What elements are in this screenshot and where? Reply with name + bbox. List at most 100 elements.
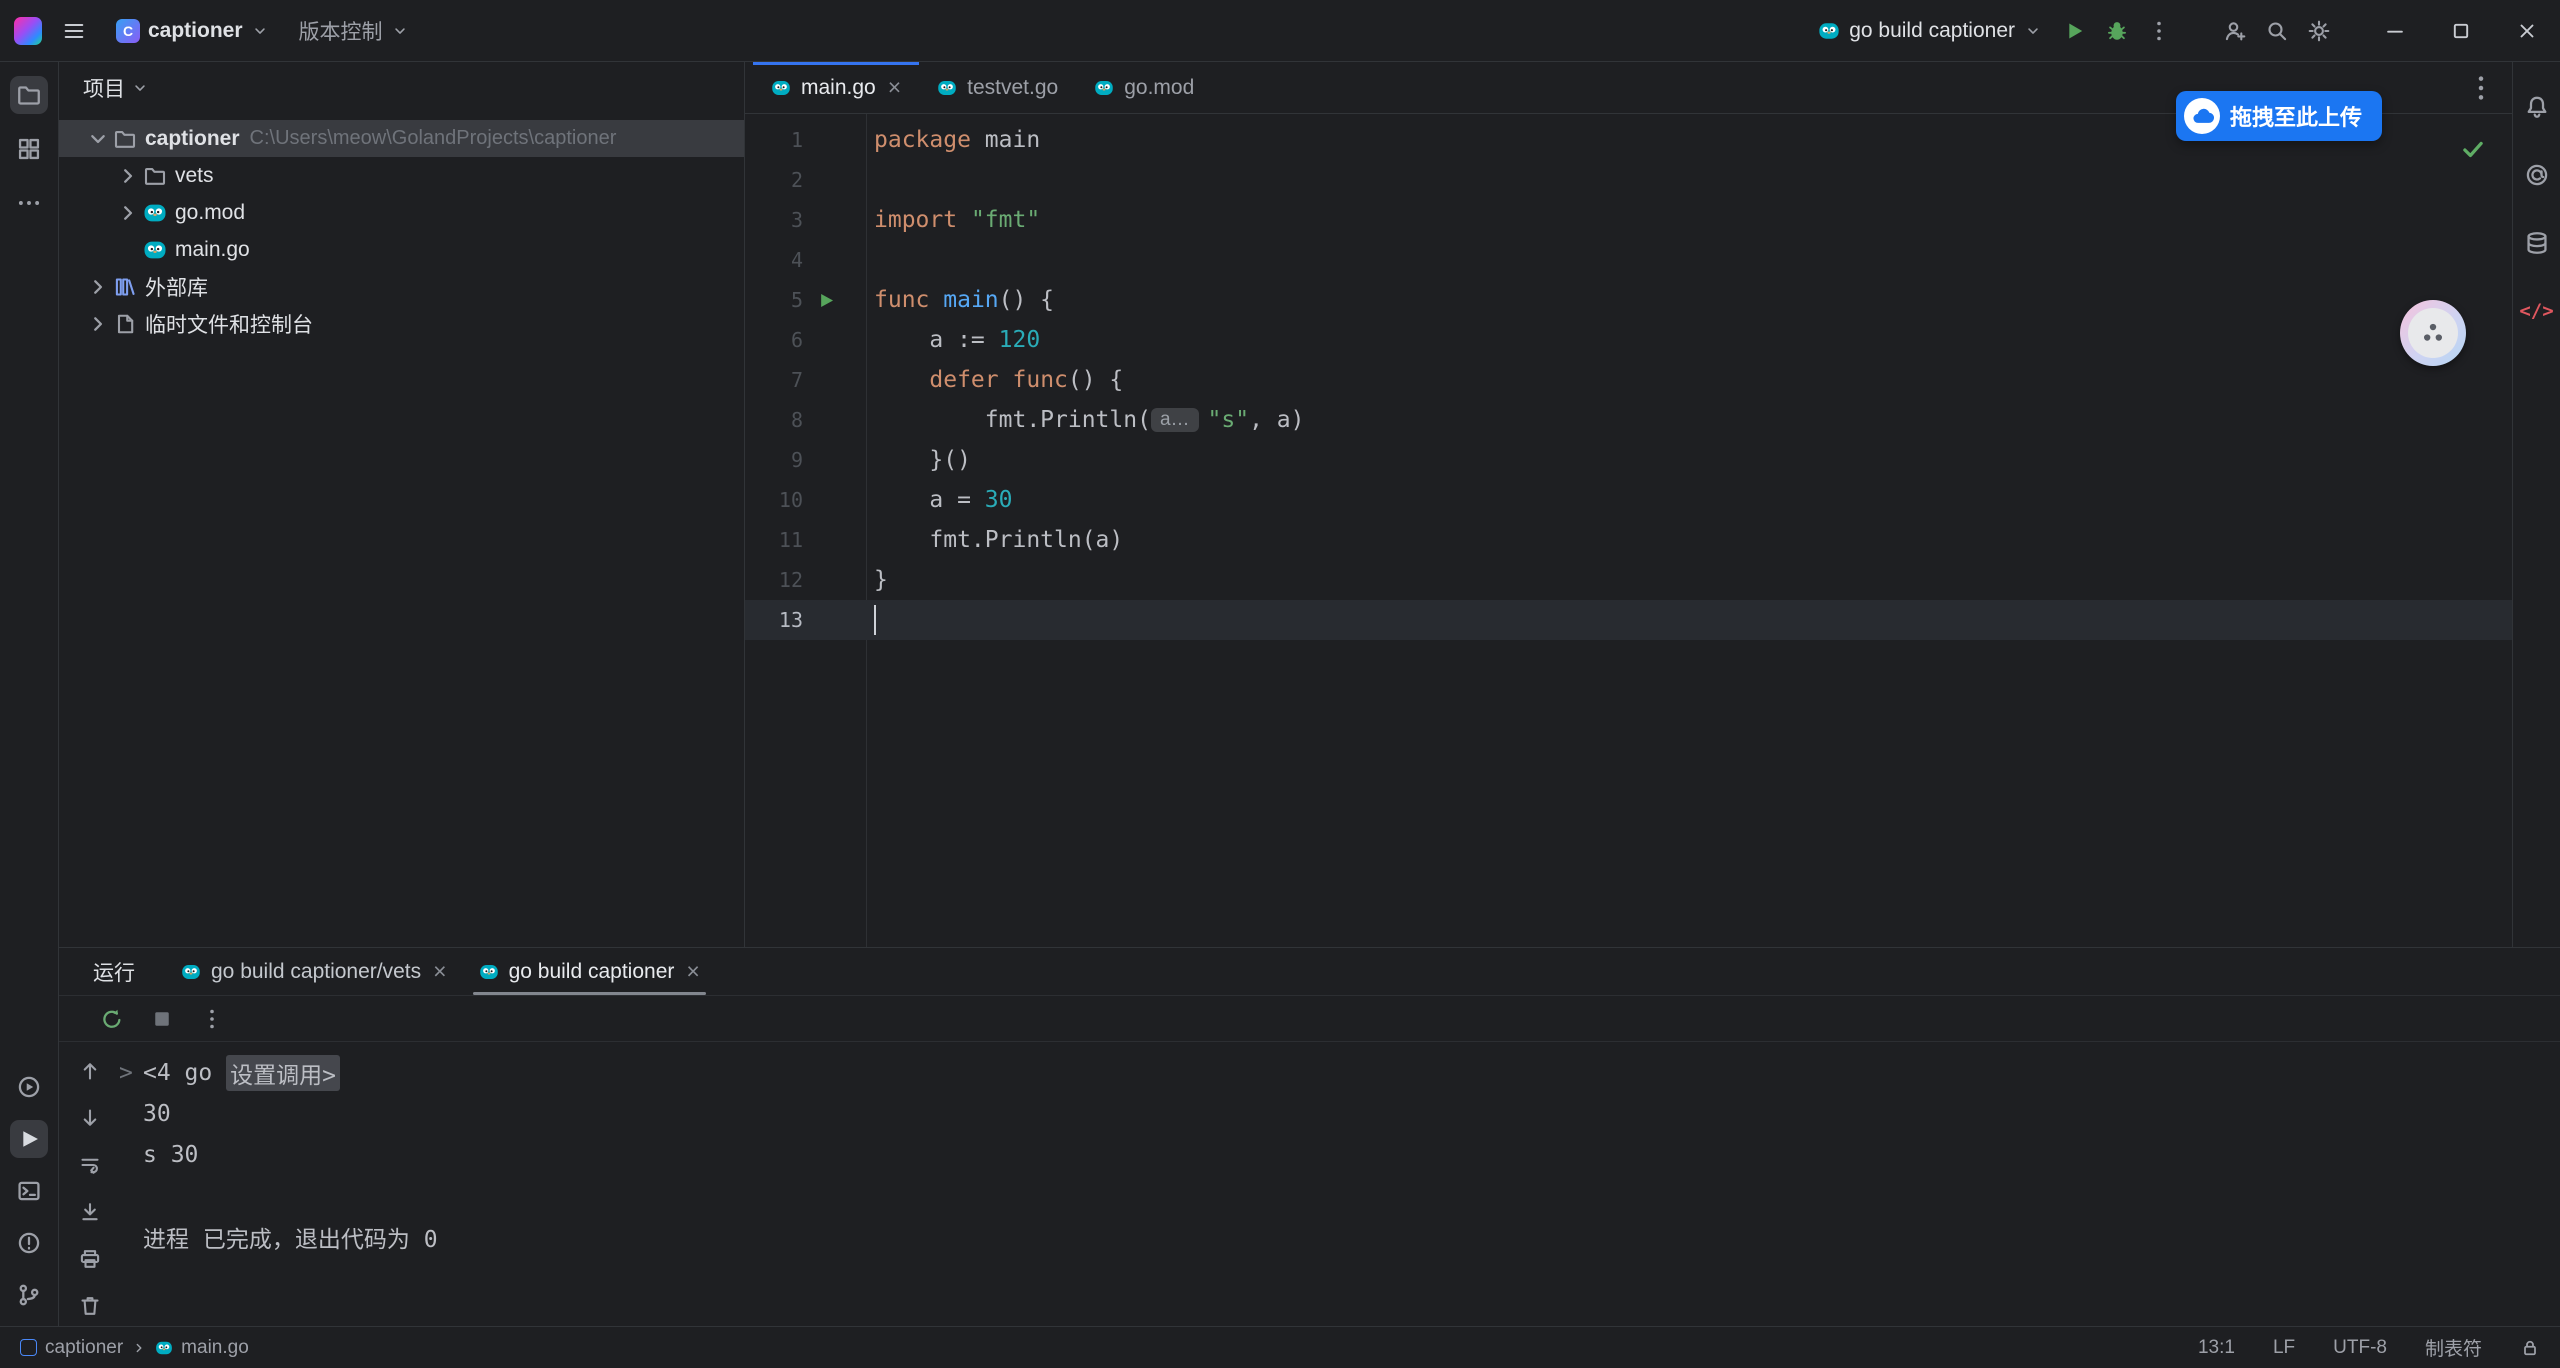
window-close-button[interactable] bbox=[2494, 0, 2560, 62]
code-line-7[interactable]: 7 defer func() { bbox=[745, 360, 2512, 400]
chevron-right-icon[interactable] bbox=[85, 274, 111, 300]
netdisk-upload-overlay[interactable]: 拖拽至此上传 bbox=[2176, 91, 2382, 141]
tree-item-captioner[interactable]: captionerC:\Users\meow\GolandProjects\ca… bbox=[59, 120, 744, 157]
tool-database-button[interactable] bbox=[2518, 224, 2556, 262]
tree-item-临时文件和控制台[interactable]: 临时文件和控制台 bbox=[59, 305, 744, 342]
more-actions-icon[interactable] bbox=[2138, 10, 2180, 52]
tool-run-outline-button[interactable] bbox=[10, 1068, 48, 1106]
statusbar-widgets: 13:1 LF UTF-8 制表符 bbox=[2198, 1334, 2540, 1361]
status-item[interactable]: 13:1 bbox=[2198, 1337, 2235, 1359]
folder-icon bbox=[16, 82, 42, 108]
inlay-hint[interactable]: a… bbox=[1151, 408, 1199, 432]
window-minimize-button[interactable] bbox=[2362, 0, 2428, 62]
inspections-ok-icon[interactable] bbox=[2460, 136, 2486, 162]
go-icon bbox=[1094, 78, 1114, 98]
code-line-6[interactable]: 6 a := 120 bbox=[745, 320, 2512, 360]
tree-item-go.mod[interactable]: go.mod bbox=[59, 194, 744, 231]
folder-icon bbox=[143, 164, 167, 188]
editor-tab-go.mod[interactable]: go.mod bbox=[1076, 62, 1212, 113]
main-menu-icon[interactable] bbox=[52, 9, 96, 53]
tool-folder-button[interactable] bbox=[10, 76, 48, 114]
breadcrumb-file[interactable]: main.go bbox=[181, 1337, 249, 1359]
tool-structure-button[interactable] bbox=[10, 130, 48, 168]
tree-item-main.go[interactable]: main.go bbox=[59, 231, 744, 268]
run-tab-go-build-captioner[interactable]: go build captioner× bbox=[463, 948, 716, 995]
tool-notifications-button[interactable] bbox=[2518, 88, 2556, 126]
close-icon[interactable]: × bbox=[433, 960, 446, 983]
project-badge-icon: C bbox=[116, 19, 140, 43]
chevron-right-icon[interactable] bbox=[115, 200, 141, 226]
chevron-right-icon[interactable] bbox=[115, 163, 141, 189]
search-icon[interactable] bbox=[2256, 10, 2298, 52]
code-line-4[interactable]: 4 bbox=[745, 240, 2512, 280]
debug-button[interactable] bbox=[2096, 10, 2138, 52]
run-configuration-selector[interactable]: go build captioner bbox=[1806, 9, 2054, 53]
folded-text[interactable]: 设置调用> bbox=[226, 1055, 340, 1091]
lock-icon[interactable] bbox=[2520, 1338, 2540, 1358]
code-line-3[interactable]: 3import "fmt" bbox=[745, 200, 2512, 240]
soft-wrap-button[interactable] bbox=[75, 1150, 105, 1180]
folder-icon bbox=[113, 127, 137, 151]
chevron-down-icon[interactable] bbox=[85, 126, 111, 152]
settings-gear-icon[interactable] bbox=[2298, 10, 2340, 52]
close-icon[interactable]: × bbox=[686, 960, 699, 983]
tree-item-外部库[interactable]: 外部库 bbox=[59, 268, 744, 305]
tool-terminal-button[interactable] bbox=[10, 1172, 48, 1210]
vcs-widget[interactable]: 版本控制 bbox=[289, 9, 419, 53]
cloud-upload-icon bbox=[2184, 98, 2220, 134]
code-line-12[interactable]: 12} bbox=[745, 560, 2512, 600]
editor-tab-main.go[interactable]: main.go× bbox=[753, 62, 919, 113]
tree-item-vets[interactable]: vets bbox=[59, 157, 744, 194]
status-item[interactable]: LF bbox=[2273, 1337, 2295, 1359]
chevron-right-icon[interactable] bbox=[85, 311, 111, 337]
breadcrumb-project[interactable]: captioner bbox=[45, 1337, 123, 1359]
go-icon bbox=[479, 962, 499, 982]
close-icon[interactable]: × bbox=[888, 76, 901, 99]
print-button[interactable] bbox=[75, 1244, 105, 1274]
project-selector[interactable]: C captioner bbox=[106, 9, 279, 53]
statusbar: captioner main.go 13:1 LF UTF-8 制表符 bbox=[0, 1326, 2560, 1368]
code-line-9[interactable]: 9 }() bbox=[745, 440, 2512, 480]
tool-problems-button[interactable] bbox=[10, 1224, 48, 1262]
scroll-end-button[interactable] bbox=[75, 1197, 105, 1227]
code-line-8[interactable]: 8 fmt.Println(a…"s", a) bbox=[745, 400, 2512, 440]
terminal-icon bbox=[16, 1178, 42, 1204]
status-item[interactable]: UTF-8 bbox=[2333, 1337, 2387, 1359]
clear-button[interactable] bbox=[75, 1291, 105, 1321]
project-panel-title: 项目 bbox=[83, 73, 125, 103]
tool-ai-assistant-button[interactable] bbox=[2518, 156, 2556, 194]
code-editor[interactable]: 1package main23import "fmt"45func main()… bbox=[745, 114, 2512, 947]
print-icon bbox=[78, 1247, 102, 1271]
code-line-10[interactable]: 10 a = 30 bbox=[745, 480, 2512, 520]
code-line-2[interactable]: 2 bbox=[745, 160, 2512, 200]
goland-logo-icon[interactable] bbox=[14, 17, 42, 45]
down-button[interactable] bbox=[75, 1103, 105, 1133]
add-user-icon[interactable] bbox=[2214, 10, 2256, 52]
tool-git-button[interactable] bbox=[10, 1276, 48, 1314]
more-icon bbox=[16, 190, 42, 216]
code-line-11[interactable]: 11 fmt.Println(a) bbox=[745, 520, 2512, 560]
run-toolbar bbox=[59, 996, 2560, 1042]
run-button[interactable] bbox=[2054, 10, 2096, 52]
kebab-button[interactable] bbox=[197, 1004, 227, 1034]
project-panel-header[interactable]: 项目 bbox=[59, 62, 744, 114]
tool-more-button[interactable] bbox=[10, 184, 48, 222]
run-gutter-icon[interactable] bbox=[817, 291, 836, 310]
fold-arrow-icon[interactable]: > bbox=[119, 1060, 133, 1086]
tool-run-button[interactable] bbox=[10, 1120, 48, 1158]
editor-tab-testvet.go[interactable]: testvet.go bbox=[919, 62, 1076, 113]
right-tool-strip: </> bbox=[2512, 62, 2560, 947]
code-line-13[interactable]: 13 bbox=[745, 600, 2512, 640]
up-button[interactable] bbox=[75, 1056, 105, 1086]
stop-button[interactable] bbox=[147, 1004, 177, 1034]
editor-options-icon[interactable] bbox=[2466, 73, 2496, 103]
window-maximize-button[interactable] bbox=[2428, 0, 2494, 62]
status-item[interactable]: 制表符 bbox=[2425, 1334, 2482, 1361]
tool-endpoints-button[interactable]: </> bbox=[2518, 292, 2556, 330]
run-tabbar: 运行 go build captioner/vets×go build capt… bbox=[59, 948, 2560, 996]
project-widget-icon[interactable] bbox=[20, 1339, 37, 1356]
rerun-button[interactable] bbox=[97, 1004, 127, 1034]
code-line-5[interactable]: 5func main() { bbox=[745, 280, 2512, 320]
run-tab-go-build-captioner/vets[interactable]: go build captioner/vets× bbox=[165, 948, 463, 995]
floating-assistant-ball[interactable] bbox=[2400, 300, 2466, 366]
